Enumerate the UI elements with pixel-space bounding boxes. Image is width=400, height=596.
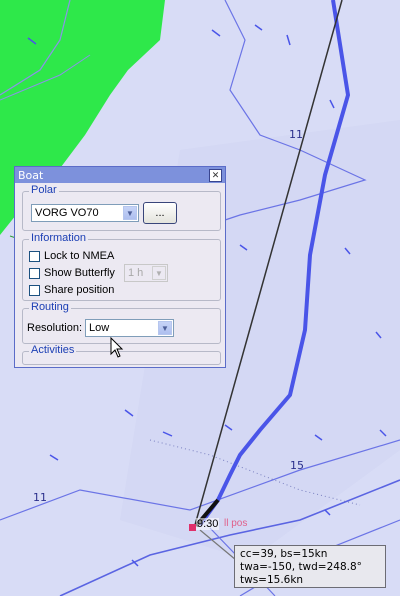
polar-browse-button[interactable]: ... [143, 202, 177, 224]
tooltip-line: tws=15.6kn [240, 574, 304, 586]
show-butterfly-label: Show Butterfly [44, 267, 115, 279]
polar-select-value: VORG VO70 [35, 207, 99, 219]
show-butterfly-row[interactable]: Show Butterfly [29, 267, 115, 279]
boat-marker [189, 524, 196, 531]
lock-nmea-label: Lock to NMEA [44, 250, 115, 262]
share-position-row[interactable]: Share position [29, 284, 114, 296]
depth-label: 11 [289, 128, 303, 141]
chevron-down-icon: ▼ [123, 206, 137, 220]
routing-legend: Routing [29, 301, 71, 313]
show-butterfly-checkbox[interactable] [29, 267, 40, 279]
resolution-select[interactable]: Low ▼ [85, 319, 174, 337]
share-position-label: Share position [44, 284, 115, 296]
information-legend: Information [29, 232, 89, 244]
polar-group: Polar VORG VO70 ▼ ... [22, 184, 221, 231]
butterfly-select-value: 1 h [128, 267, 144, 279]
dialog-title: Boat [18, 168, 44, 182]
share-position-checkbox[interactable] [29, 284, 40, 296]
chevron-down-icon: ▼ [158, 321, 172, 335]
depth-label: 11 [33, 491, 47, 504]
tooltip-line: twa=-150, twd=248.8° [240, 561, 362, 573]
tooltip-line: cc=39, bs=15kn [240, 548, 328, 560]
information-group: Information Lock to NMEA Show Butterfly … [22, 232, 221, 301]
boat-info-tooltip: cc=39, bs=15kn twa=-150, twd=248.8° tws=… [234, 545, 386, 588]
resolution-select-value: Low [89, 322, 110, 334]
close-icon[interactable]: ✕ [209, 168, 222, 182]
lock-nmea-checkbox[interactable] [29, 250, 40, 262]
polar-select[interactable]: VORG VO70 ▼ [31, 204, 139, 222]
position-label: ll pos [224, 518, 248, 529]
butterfly-select: 1 h ▼ [124, 264, 168, 282]
depth-label: 15 [290, 459, 304, 472]
chevron-down-icon: ▼ [152, 266, 166, 280]
mouse-cursor-icon [110, 337, 124, 358]
activities-legend: Activities [29, 344, 77, 356]
lock-nmea-row[interactable]: Lock to NMEA [29, 250, 114, 262]
time-label: 9:30 [196, 518, 220, 530]
polar-legend: Polar [29, 184, 59, 196]
dialog-titlebar[interactable]: Boat ✕ [15, 167, 225, 183]
resolution-label: Resolution: [27, 322, 83, 334]
